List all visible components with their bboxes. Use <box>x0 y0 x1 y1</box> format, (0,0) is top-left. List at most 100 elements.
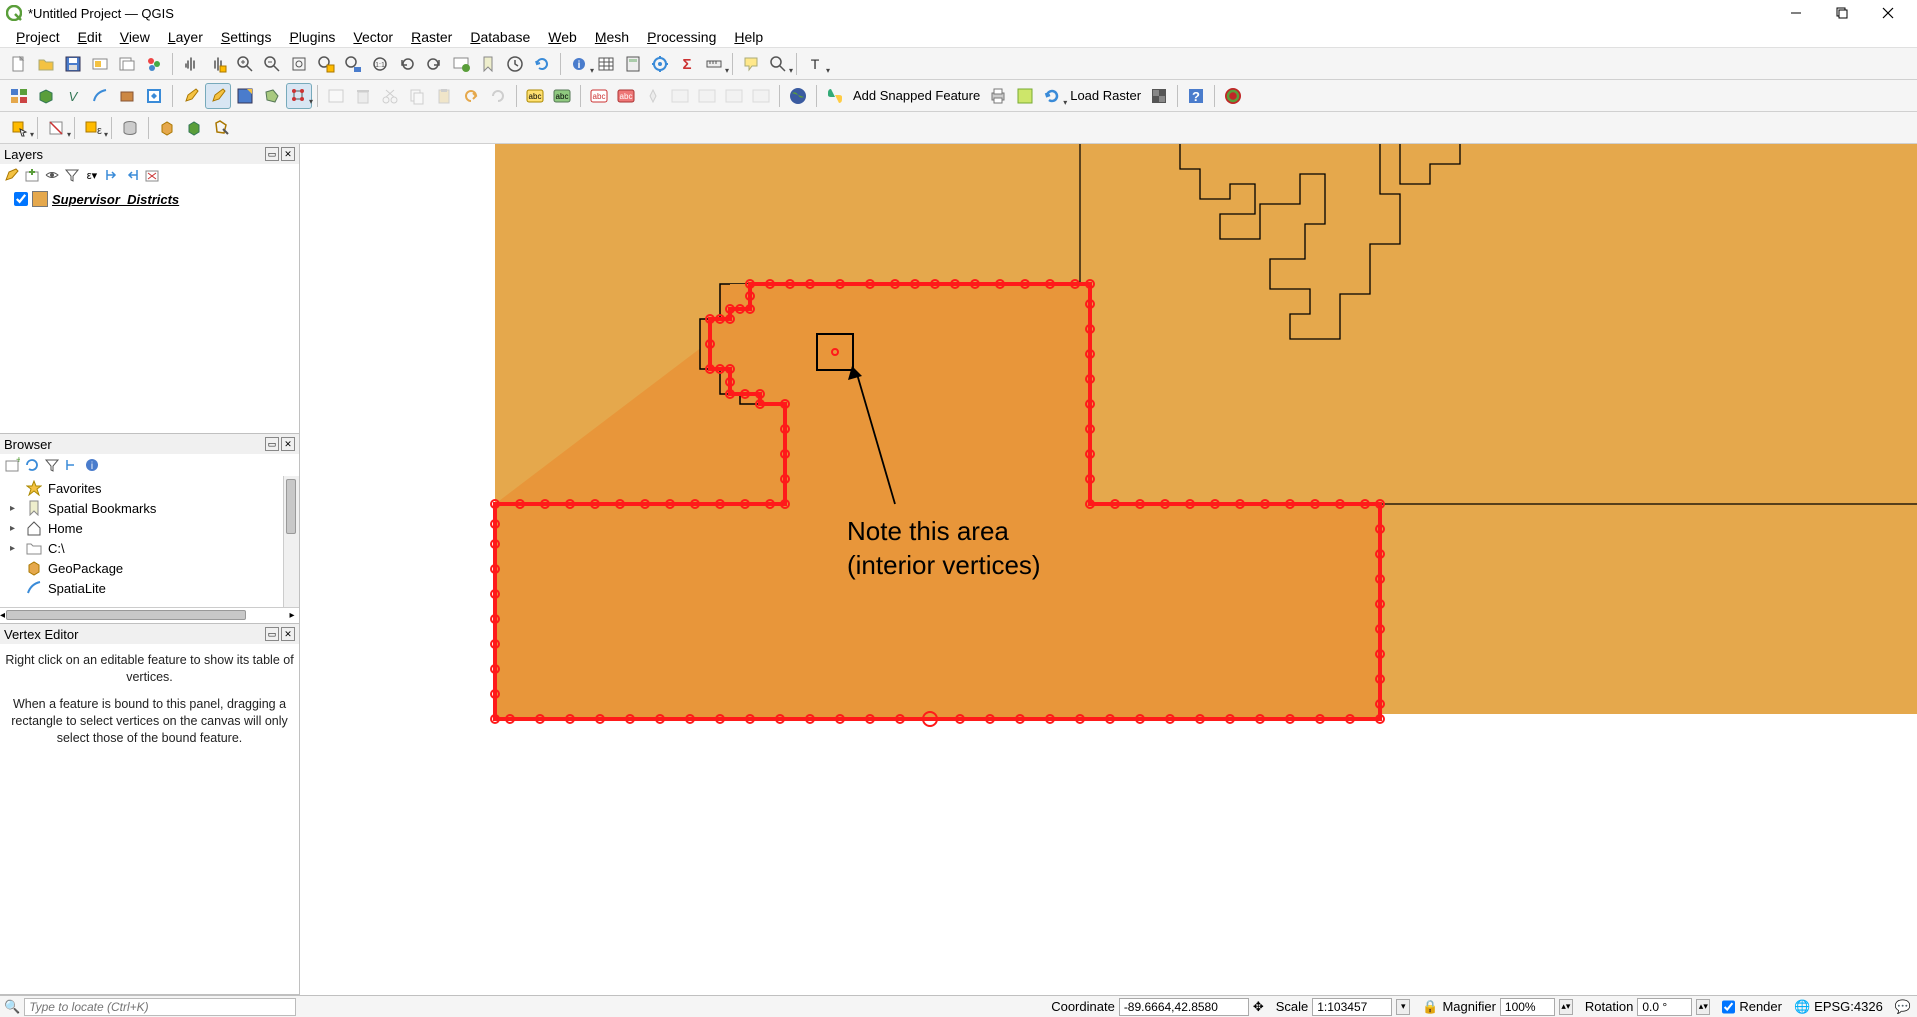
layout-manager-icon[interactable] <box>114 51 140 77</box>
layer-collapse-icon[interactable] <box>124 167 140 183</box>
measure-icon[interactable]: ▾ <box>701 51 727 77</box>
locator-input[interactable] <box>24 998 296 1016</box>
browser-properties-icon[interactable]: i <box>84 457 100 473</box>
add-feature-icon[interactable] <box>259 83 285 109</box>
render-checkbox[interactable] <box>1722 998 1735 1016</box>
lock-icon[interactable]: 🔒 <box>1422 999 1438 1015</box>
python-console-icon[interactable] <box>822 83 848 109</box>
new-bookmark-icon[interactable] <box>475 51 501 77</box>
menu-web[interactable]: Web <box>540 27 585 47</box>
coordinate-input[interactable] <box>1119 998 1249 1016</box>
mesh-tools-icon[interactable] <box>208 115 234 141</box>
maximize-button[interactable] <box>1819 0 1865 26</box>
layer-name-label[interactable]: Supervisor_Districts <box>52 192 179 207</box>
add-snapped-feature-label[interactable]: Add Snapped Feature <box>849 88 984 103</box>
identify-icon[interactable]: i▾ <box>566 51 592 77</box>
menu-processing[interactable]: Processing <box>639 27 724 47</box>
toggle-editing-icon[interactable] <box>205 83 231 109</box>
save-raster-icon[interactable] <box>1012 83 1038 109</box>
statistics-icon[interactable]: Σ <box>674 51 700 77</box>
map-tips-icon[interactable] <box>738 51 764 77</box>
menu-view[interactable]: View <box>112 27 158 47</box>
browser-item-cdrive[interactable]: ▸C:\ <box>4 538 295 558</box>
browser-item-bookmarks[interactable]: ▸Spatial Bookmarks <box>4 498 295 518</box>
rotation-stepper[interactable]: ▴▾ <box>1696 999 1710 1015</box>
attribute-table-icon[interactable] <box>593 51 619 77</box>
menu-settings[interactable]: Settings <box>213 27 280 47</box>
new-memory-layer-icon[interactable] <box>141 83 167 109</box>
label-tool-abc2-icon[interactable]: abc <box>549 83 575 109</box>
menu-mesh[interactable]: Mesh <box>587 27 637 47</box>
browser-item-spatialite[interactable]: SpatiaLite <box>4 578 295 598</box>
close-panel-button[interactable]: ✕ <box>281 147 295 161</box>
layer-row-supervisor-districts[interactable]: Supervisor_Districts <box>4 188 295 210</box>
browser-item-geopackage[interactable]: GeoPackage <box>4 558 295 578</box>
scale-input[interactable] <box>1312 998 1392 1016</box>
layer-expression-icon[interactable]: ε▾ <box>84 167 100 183</box>
load-raster-label[interactable]: Load Raster <box>1066 88 1145 103</box>
field-calculator-icon[interactable] <box>620 51 646 77</box>
data-source-manager-icon[interactable] <box>6 83 32 109</box>
label-tool-abc3-icon[interactable]: abc <box>586 83 612 109</box>
save-project-icon[interactable] <box>60 51 86 77</box>
zoom-selection-icon[interactable] <box>313 51 339 77</box>
layer-visibility-checkbox[interactable] <box>14 192 28 206</box>
mesh-add-icon[interactable] <box>181 115 207 141</box>
browser-filter-icon[interactable] <box>44 457 60 473</box>
scroll-right-button[interactable]: ▸ <box>285 610 299 621</box>
close-button[interactable] <box>1865 0 1911 26</box>
text-annotation-icon[interactable]: T▾ <box>802 51 828 77</box>
messages-icon[interactable]: 💬 <box>1895 999 1911 1015</box>
zoom-native-icon[interactable]: 1:1 <box>367 51 393 77</box>
browser-item-home[interactable]: ▸Home <box>4 518 295 538</box>
undock-browser-button[interactable]: ▭ <box>265 437 279 451</box>
label-tool-abc1-icon[interactable]: abc <box>522 83 548 109</box>
new-map-view-icon[interactable] <box>448 51 474 77</box>
crs-icon[interactable]: 🌐 <box>1794 999 1810 1015</box>
browser-add-icon[interactable]: + <box>4 457 20 473</box>
refresh-icon[interactable] <box>529 51 555 77</box>
zoom-layer-icon[interactable] <box>340 51 366 77</box>
new-project-icon[interactable] <box>6 51 32 77</box>
print-icon[interactable] <box>985 83 1011 109</box>
menu-layer[interactable]: Layer <box>160 27 211 47</box>
print-layout-icon[interactable] <box>87 51 113 77</box>
undo-icon[interactable] <box>458 83 484 109</box>
pan-to-selection-icon[interactable] <box>205 51 231 77</box>
minimize-button[interactable] <box>1773 0 1819 26</box>
label-tool-abc4-icon[interactable]: abc <box>613 83 639 109</box>
browser-refresh-icon[interactable] <box>24 457 40 473</box>
map-canvas[interactable]: Note this area (interior vertices) <box>300 144 1917 995</box>
rotation-input[interactable] <box>1637 998 1692 1016</box>
browser-hscroll-thumb[interactable] <box>6 610 246 620</box>
new-shapefile-icon[interactable]: V <box>60 83 86 109</box>
close-browser-button[interactable]: ✕ <box>281 437 295 451</box>
zoom-next-icon[interactable] <box>421 51 447 77</box>
current-edits-icon[interactable] <box>178 83 204 109</box>
undock-vertex-button[interactable]: ▭ <box>265 627 279 641</box>
menu-raster[interactable]: Raster <box>403 27 460 47</box>
refresh-blue-icon[interactable]: ▾ <box>1039 83 1065 109</box>
zoom-full-icon[interactable] <box>286 51 312 77</box>
database-icon[interactable] <box>117 115 143 141</box>
zoom-last-icon[interactable] <box>394 51 420 77</box>
magnifier-input[interactable] <box>1500 998 1555 1016</box>
browser-scrollbar[interactable] <box>286 479 296 534</box>
crs-label[interactable]: EPSG:4326 <box>1814 999 1883 1014</box>
raster-icon[interactable] <box>1146 83 1172 109</box>
new-geopackage-icon[interactable] <box>33 83 59 109</box>
select-by-expression-icon[interactable]: ε▾ <box>80 115 106 141</box>
new-virtual-layer-icon[interactable] <box>114 83 140 109</box>
zoom-out-icon[interactable] <box>259 51 285 77</box>
menu-help[interactable]: Help <box>726 27 771 47</box>
coordinate-toggle-icon[interactable]: ✥ <box>1253 999 1264 1015</box>
scale-dropdown-button[interactable]: ▾ <box>1396 999 1410 1015</box>
pan-icon[interactable] <box>178 51 204 77</box>
new-spatialite-icon[interactable] <box>87 83 113 109</box>
close-vertex-button[interactable]: ✕ <box>281 627 295 641</box>
plugin-red-circle-icon[interactable] <box>1220 83 1246 109</box>
annotation-icon[interactable]: ▾ <box>765 51 791 77</box>
undock-panel-button[interactable]: ▭ <box>265 147 279 161</box>
plugin-world-icon[interactable] <box>785 83 811 109</box>
deselect-icon[interactable]: ▾ <box>43 115 69 141</box>
